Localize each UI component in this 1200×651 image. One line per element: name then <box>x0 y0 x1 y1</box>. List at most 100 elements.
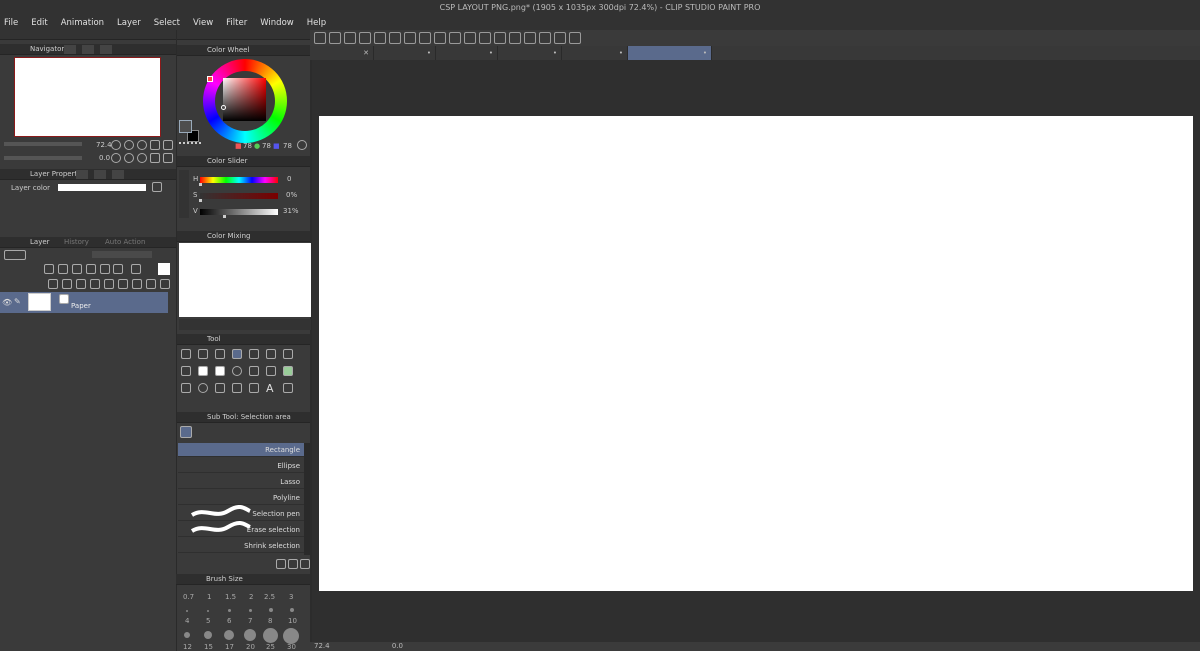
opacity-slider[interactable] <box>92 251 152 258</box>
rotate-right-icon[interactable] <box>509 32 521 44</box>
lock-transparent-icon[interactable] <box>58 264 68 274</box>
hue-marker[interactable] <box>207 76 213 82</box>
layer-color-swatch[interactable] <box>58 184 146 191</box>
brush-tool-icon[interactable] <box>215 366 225 376</box>
sub-tool-lasso[interactable]: Lasso <box>178 475 304 489</box>
canvas-tab-close-icon[interactable]: ✕ <box>310 46 374 60</box>
sub-tool-ellipse[interactable]: Ellipse <box>178 459 304 473</box>
status-angle[interactable]: 0.0 <box>392 642 403 650</box>
zoom-out-icon[interactable] <box>389 32 401 44</box>
correct-line-tool-icon[interactable] <box>283 383 293 393</box>
clip-icon[interactable] <box>72 264 82 274</box>
new-folder-icon[interactable] <box>76 279 86 289</box>
auto-action-tab[interactable]: Auto Action <box>105 237 145 248</box>
pencil-tool-icon[interactable] <box>198 366 208 376</box>
frame-border-tool-icon[interactable] <box>232 383 242 393</box>
brush-size-dot[interactable] <box>290 608 294 612</box>
info-tab-icon[interactable] <box>100 45 112 54</box>
layer-search-tab-icon[interactable] <box>76 170 88 179</box>
clear-icon[interactable] <box>344 32 356 44</box>
brush-size-label[interactable]: 5 <box>206 617 210 625</box>
brush-size-dot[interactable] <box>184 632 190 638</box>
eraser-tool-icon[interactable] <box>249 366 259 376</box>
brush-size-dot[interactable] <box>228 609 231 612</box>
navigator-preview[interactable] <box>14 57 161 137</box>
rotate-icon[interactable] <box>449 32 461 44</box>
ruler-tool-icon[interactable] <box>249 383 259 393</box>
selection-tool-icon[interactable] <box>232 349 242 359</box>
brush-size-label[interactable]: 25 <box>266 643 275 651</box>
sub-tool-scrollbar[interactable] <box>304 443 310 555</box>
history-tab[interactable]: History <box>64 237 89 248</box>
brush-size-label[interactable]: 17 <box>225 643 234 651</box>
mask-icon[interactable] <box>131 264 141 274</box>
zoom-in-icon[interactable] <box>404 32 416 44</box>
canvas-tab[interactable]: • <box>374 46 436 60</box>
duplicate-icon[interactable] <box>146 279 156 289</box>
brush-size-dot[interactable] <box>207 610 209 612</box>
blend-mode-dropdown[interactable] <box>4 250 26 260</box>
sv-marker[interactable] <box>221 105 226 110</box>
ruler-icon[interactable] <box>374 32 386 44</box>
new-vector-layer-icon[interactable] <box>62 279 72 289</box>
sub-tool-polyline[interactable]: Polyline <box>178 491 304 505</box>
brush-size-label[interactable]: 2 <box>249 593 253 601</box>
saturation-slider[interactable] <box>200 193 278 199</box>
crop-icon[interactable] <box>464 32 476 44</box>
value-slider-knob[interactable] <box>223 215 227 218</box>
brush-size-dot[interactable] <box>263 628 278 643</box>
ruler-icon[interactable] <box>132 279 142 289</box>
brush-size-label[interactable]: 15 <box>204 643 213 651</box>
status-zoom[interactable]: 72.4 <box>314 642 330 650</box>
navigator-zoom-slider[interactable] <box>4 142 82 146</box>
menu-filter[interactable]: Filter <box>226 18 247 28</box>
color-mixing-canvas[interactable] <box>179 243 311 317</box>
auto-select-tool-icon[interactable] <box>249 349 259 359</box>
flip-v-icon[interactable] <box>163 153 173 163</box>
draft-icon[interactable] <box>100 264 110 274</box>
brush-size-label[interactable]: 8 <box>268 617 272 625</box>
zoom-tool-icon[interactable] <box>181 349 191 359</box>
fill-tool-icon[interactable] <box>181 383 191 393</box>
airbrush-tool-icon[interactable] <box>232 366 242 376</box>
figure-tool-icon[interactable] <box>215 383 225 393</box>
transform-icon[interactable] <box>554 32 566 44</box>
reference-icon[interactable] <box>86 264 96 274</box>
flip-icon[interactable] <box>479 32 491 44</box>
value-slider[interactable] <box>200 209 278 215</box>
color-settings-icon[interactable] <box>297 140 307 150</box>
brush-size-dot[interactable] <box>269 608 273 612</box>
fill-icon[interactable] <box>359 32 371 44</box>
rotate-left-icon[interactable] <box>111 153 121 163</box>
brush-size-label[interactable]: 20 <box>246 643 255 651</box>
brush-size-label[interactable]: 3 <box>289 593 293 601</box>
move-layer-tool-icon[interactable] <box>215 349 225 359</box>
brush-size-label[interactable]: 7 <box>248 617 252 625</box>
canvas-tab[interactable]: • <box>562 46 628 60</box>
hand-icon[interactable] <box>524 32 536 44</box>
fit-window-icon[interactable] <box>163 140 173 150</box>
duplicate-sub-tool-icon[interactable] <box>288 559 298 569</box>
brush-size-label[interactable]: 2.5 <box>264 593 275 601</box>
rotate-reset-icon[interactable] <box>137 153 147 163</box>
brush-size-dot[interactable] <box>249 609 252 612</box>
operation-tool-icon[interactable] <box>198 349 208 359</box>
menu-view[interactable]: View <box>193 18 213 28</box>
zoom-reset-icon[interactable] <box>137 140 147 150</box>
navigator-rotate-slider[interactable] <box>4 156 82 160</box>
magic-wand-tool-icon[interactable] <box>266 349 276 359</box>
tablet-icon[interactable] <box>569 32 581 44</box>
navigator-tab-icon[interactable] <box>64 45 76 54</box>
eyedropper-tool-icon[interactable] <box>283 349 293 359</box>
undo-icon[interactable] <box>314 32 326 44</box>
zoom-in-icon[interactable] <box>124 140 134 150</box>
menu-animation[interactable]: Animation <box>61 18 104 28</box>
color-mode-tabs[interactable] <box>179 170 189 218</box>
menu-edit[interactable]: Edit <box>31 18 47 28</box>
transfer-icon[interactable] <box>90 279 100 289</box>
sub-tool-rectangle[interactable]: Rectangle <box>178 443 304 457</box>
rotate-left-icon[interactable] <box>494 32 506 44</box>
layer-mask-icon[interactable] <box>118 279 128 289</box>
saturation-slider-knob[interactable] <box>199 199 202 202</box>
visibility-eye-icon[interactable]: 👁 <box>2 298 12 307</box>
